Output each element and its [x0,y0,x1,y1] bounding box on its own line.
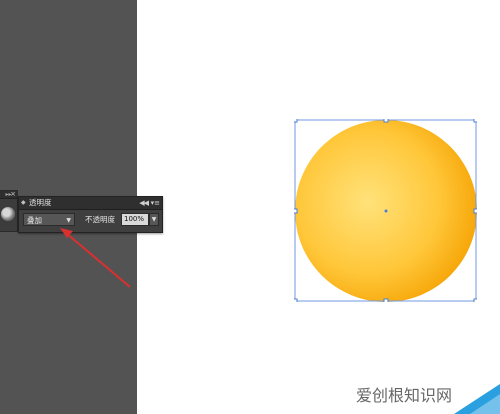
handle-top-center [383,119,389,123]
chevron-down-icon: ▼ [66,217,71,224]
blend-mode-value: 叠加 [27,216,42,225]
handle-top-left [294,119,298,123]
watermark-corner-graphic [454,384,500,414]
selected-circle-object[interactable] [294,119,477,302]
appearance-tool-icon[interactable] [1,207,15,221]
handle-bottom-right [473,298,477,302]
opacity-label: 不透明度 [85,215,115,224]
docked-tool-panel[interactable]: ▸▸ × [0,190,18,232]
collapse-panel-icon[interactable]: ◀◀ [139,198,149,208]
transparency-panel: ◆ 透明度 ◀◀ ▾≡ 叠加 ▼ 不透明度 100% ▼ [18,196,163,233]
opacity-input[interactable]: 100% [121,213,149,226]
center-point [384,209,388,213]
handle-bottom-center [383,298,389,302]
opacity-value: 100% [124,215,145,223]
blend-mode-select[interactable]: 叠加 ▼ [23,213,75,226]
chevron-down-icon: ▼ [151,216,157,223]
panel-header[interactable]: ◆ 透明度 ◀◀ ▾≡ [19,197,162,210]
opacity-dropdown-button[interactable]: ▼ [149,213,159,226]
panel-menu-icon[interactable]: ▾≡ [151,198,160,208]
panel-grip-icon[interactable]: ◆ [21,200,26,206]
close-icon[interactable]: × [10,191,16,198]
handle-top-right [473,119,477,123]
panel-title: 透明度 [29,198,52,207]
handle-bottom-left [294,298,298,302]
watermark-text: 爱创根知识网 [356,386,453,405]
watermark: 爱创根知识网 [356,380,500,414]
handle-middle-left [294,208,298,214]
handle-middle-right [473,208,477,214]
